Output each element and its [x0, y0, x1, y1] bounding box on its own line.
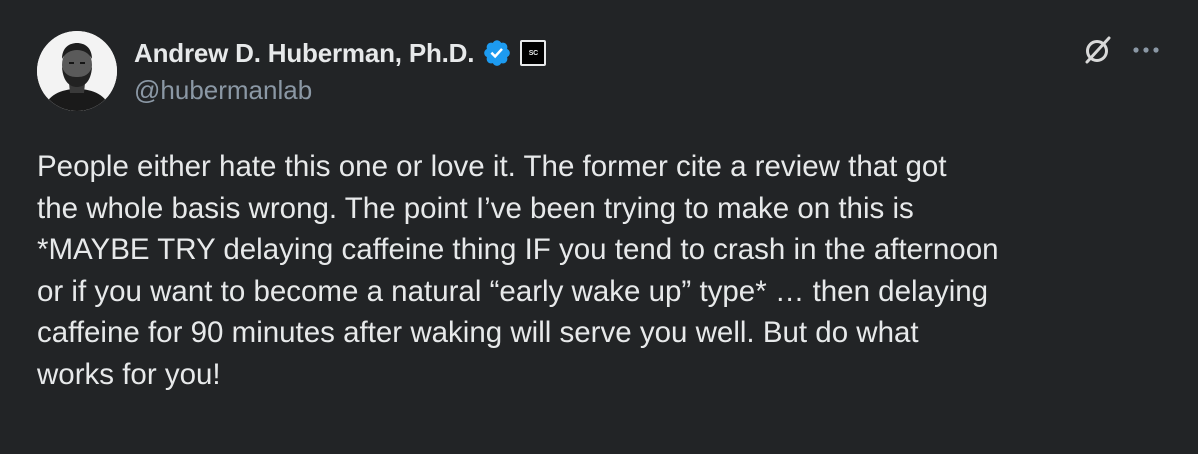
author-handle[interactable]: @hubermanlab	[134, 75, 312, 106]
more-options-icon[interactable]	[1126, 32, 1166, 68]
tweet-text-line: *MAYBE TRY delaying caffeine thing IF yo…	[37, 233, 999, 266]
tweet-text: People either hate this one or love it. …	[37, 146, 1177, 395]
verified-badge-icon[interactable]	[482, 38, 512, 68]
author-name-row: Andrew D. Huberman, Ph.D. SC	[134, 33, 547, 73]
tweet-text-line: caffeine for 90 minutes after waking wil…	[37, 316, 919, 349]
tweet-text-line: works for you!	[37, 357, 221, 391]
tweet-card: Andrew D. Huberman, Ph.D. SC @hubermanla…	[0, 0, 1198, 454]
avatar[interactable]	[37, 31, 117, 111]
tweet-text-line: or if you want to become a natural “earl…	[37, 274, 989, 308]
avatar-photo	[37, 31, 117, 111]
tweet-text-line: the whole basis wrong. The point I’ve be…	[37, 191, 914, 225]
affiliation-badge-label: SC	[528, 49, 538, 57]
tweet-text-line: People either hate this one or love it. …	[37, 150, 947, 183]
grok-icon[interactable]	[1082, 34, 1114, 66]
author-display-name[interactable]: Andrew D. Huberman, Ph.D.	[134, 38, 474, 69]
affiliation-badge[interactable]: SC	[520, 40, 547, 66]
